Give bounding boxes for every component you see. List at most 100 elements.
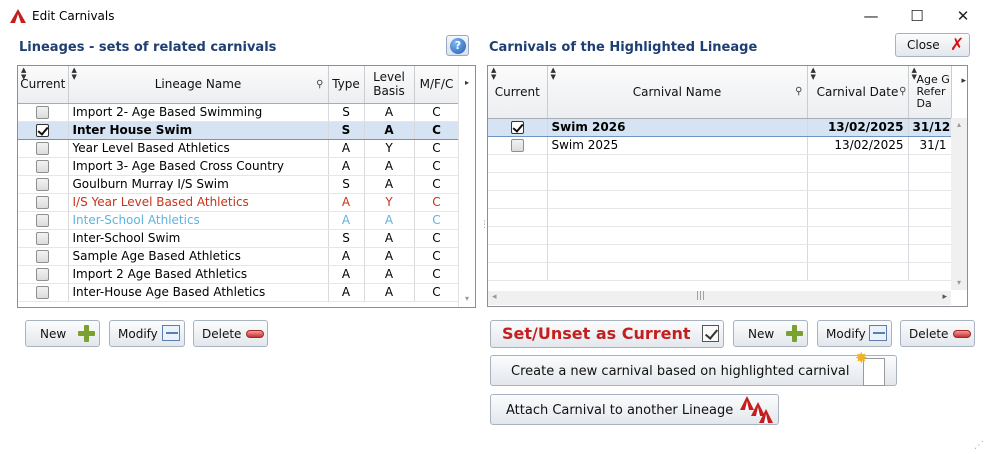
- current-checkbox-cell[interactable]: [18, 120, 69, 140]
- lineage-name-cell: Inter-House Age Based Athletics: [68, 283, 329, 302]
- current-checkbox-cell[interactable]: [18, 103, 69, 122]
- panel-splitter[interactable]: ⋮: [480, 220, 489, 234]
- mfc-cell: C: [414, 265, 460, 284]
- current-checkbox-cell[interactable]: [18, 211, 69, 230]
- lineage-name-cell: Sample Age Based Athletics: [68, 247, 329, 266]
- type-cell: S: [328, 229, 365, 248]
- current-checkbox-cell[interactable]: [18, 193, 69, 212]
- current-checkbox[interactable]: [36, 106, 50, 119]
- type-cell: A: [328, 157, 365, 176]
- window-close-button[interactable]: ✕: [940, 0, 986, 32]
- lineage-row[interactable]: Inter-School Athletics A A C: [18, 211, 460, 230]
- lineage-name-cell: Import 2- Age Based Swimming: [68, 103, 329, 122]
- col-header-carnival-current[interactable]: ▲ ▼ Current: [488, 66, 548, 119]
- create-based-carnival-button[interactable]: Create a new carnival based on highlight…: [490, 349, 897, 386]
- scroll-left-arrow-icon[interactable]: ◂: [492, 292, 497, 302]
- current-checkbox-cell[interactable]: [18, 157, 69, 176]
- lineage-name-cell: Inter-School Athletics: [68, 211, 329, 230]
- current-checkbox[interactable]: [36, 286, 50, 299]
- current-checkbox[interactable]: [36, 268, 50, 281]
- col-header-age-ref-date[interactable]: ▲ ▼ Age G Refer Da: [908, 66, 952, 119]
- lineage-row[interactable]: Import 3- Age Based Cross Country A A C: [18, 157, 460, 176]
- carnival-delete-button[interactable]: Delete: [900, 320, 975, 347]
- lineage-delete-button[interactable]: Delete: [193, 320, 268, 347]
- type-cell: A: [328, 265, 365, 284]
- empty-row: [488, 208, 952, 227]
- col-header-current[interactable]: ▲ ▼ Current: [18, 66, 69, 104]
- current-checkbox[interactable]: [36, 178, 50, 191]
- lineage-row[interactable]: I/S Year Level Based Athletics A Y C: [18, 193, 460, 212]
- current-checkbox[interactable]: [510, 121, 524, 134]
- lineage-row[interactable]: Inter-House Age Based Athletics A A C: [18, 283, 460, 302]
- lineage-new-button[interactable]: New: [25, 320, 100, 347]
- current-checkbox[interactable]: [36, 232, 50, 245]
- lineages-vertical-scrollbar[interactable]: ▸ ▾: [458, 66, 475, 307]
- carnival-row[interactable]: Swim 2026 13/02/2025 31/12: [488, 117, 952, 137]
- col-header-mfc[interactable]: M/F/C: [414, 66, 460, 104]
- carnivals-grid: ▲ ▼ Current ▲ ▼ Carnival Name ⚲ ▲ ▼ Carnival Da…: [487, 65, 968, 307]
- empty-row: [488, 226, 952, 245]
- current-checkbox[interactable]: [36, 196, 50, 209]
- filter-icon[interactable]: ⚲: [899, 86, 906, 97]
- scroll-right-arrow-icon[interactable]: ▸: [961, 76, 966, 86]
- carnivals-vertical-scrollbar[interactable]: ▴ ▾: [951, 118, 967, 290]
- carnival-current-cell[interactable]: [488, 117, 548, 137]
- minimize-button[interactable]: —: [848, 0, 894, 32]
- filter-icon[interactable]: ⚲: [316, 79, 323, 90]
- current-checkbox-cell[interactable]: [18, 247, 69, 266]
- lineage-modify-button[interactable]: Modify: [109, 320, 185, 347]
- col-header-carnival-date[interactable]: ▲ ▼ Carnival Date ⚲: [807, 66, 909, 119]
- lineage-row[interactable]: Import 2 Age Based Athletics A A C: [18, 265, 460, 284]
- current-checkbox-cell[interactable]: [18, 175, 69, 194]
- lineage-row[interactable]: Year Level Based Athletics A Y C: [18, 139, 460, 158]
- carnival-new-button[interactable]: New: [733, 320, 808, 347]
- col-header-level-basis[interactable]: Level Basis: [364, 66, 415, 104]
- scroll-right-arrow-icon[interactable]: ▸: [942, 292, 947, 302]
- mfc-cell: C: [414, 283, 460, 302]
- carnivals-horizontal-scrollbar[interactable]: ◂ ||| ▸: [488, 291, 951, 305]
- scroll-down-arrow-icon[interactable]: ▾: [951, 276, 967, 290]
- age-ref-date-cell: 31/12: [908, 117, 952, 137]
- type-cell: S: [328, 120, 365, 140]
- scroll-thumb-grip[interactable]: |||: [696, 291, 705, 301]
- set-unset-current-button[interactable]: Set/Unset as Current: [490, 320, 724, 348]
- current-checkbox-cell[interactable]: [18, 265, 69, 284]
- filter-icon[interactable]: ⚲: [795, 86, 802, 97]
- lineage-row[interactable]: Inter House Swim S A C: [18, 120, 460, 140]
- carnival-modify-button[interactable]: Modify: [817, 320, 892, 347]
- lineage-row[interactable]: Sample Age Based Athletics A A C: [18, 247, 460, 266]
- lineage-name-cell: Inter House Swim: [68, 120, 329, 140]
- resize-grip[interactable]: ⋰: [974, 440, 984, 451]
- type-cell: S: [328, 175, 365, 194]
- carnival-row[interactable]: Swim 2025 13/02/2025 31/1: [488, 136, 952, 155]
- current-checkbox-cell[interactable]: [18, 229, 69, 248]
- mfc-cell: C: [414, 175, 460, 194]
- scroll-up-arrow-icon[interactable]: ▴: [951, 118, 967, 132]
- lineage-row[interactable]: Import 2- Age Based Swimming S A C: [18, 103, 460, 122]
- scroll-right-arrow-icon[interactable]: ▸: [459, 76, 475, 90]
- scroll-down-arrow-icon[interactable]: ▾: [459, 292, 475, 306]
- current-checkbox[interactable]: [36, 160, 50, 173]
- linked-tents-icon: [740, 396, 773, 423]
- current-checkbox-cell[interactable]: [18, 283, 69, 302]
- col-header-carnival-name[interactable]: ▲ ▼ Carnival Name ⚲: [547, 66, 808, 119]
- mfc-cell: C: [414, 211, 460, 230]
- current-checkbox-cell[interactable]: [18, 139, 69, 158]
- level-basis-cell: Y: [364, 193, 415, 212]
- current-checkbox[interactable]: [36, 142, 50, 155]
- maximize-button[interactable]: ☐: [894, 0, 940, 32]
- col-header-lineage-name[interactable]: ▲ ▼ Lineage Name ⚲: [68, 66, 329, 104]
- attach-carnival-button[interactable]: Attach Carnival to another Lineage: [490, 394, 779, 425]
- lineages-grid: ▲ ▼ Current ▲ ▼ Lineage Name ⚲ Type Level Bas…: [17, 65, 476, 308]
- current-checkbox[interactable]: [510, 139, 524, 152]
- current-checkbox[interactable]: [36, 214, 50, 227]
- current-checkbox[interactable]: [36, 250, 50, 263]
- carnival-current-cell[interactable]: [488, 136, 548, 155]
- lineage-row[interactable]: Goulburn Murray I/S Swim S A C: [18, 175, 460, 194]
- lineage-row[interactable]: Inter-School Swim S A C: [18, 229, 460, 248]
- col-header-type[interactable]: Type: [328, 66, 365, 104]
- help-button[interactable]: ?: [446, 35, 469, 56]
- new-document-icon: [855, 349, 885, 386]
- current-checkbox[interactable]: [36, 124, 50, 137]
- close-button[interactable]: Close ✗: [895, 33, 970, 57]
